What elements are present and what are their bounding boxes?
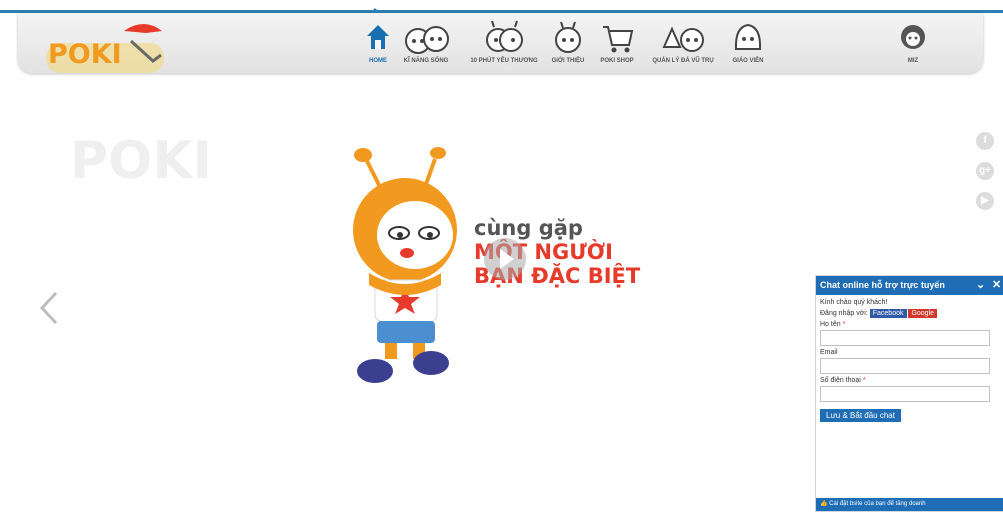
nav-home-label: HOME xyxy=(369,58,387,64)
phone-label: Số điện thoại * xyxy=(820,377,866,384)
user-label: MIZ xyxy=(907,58,919,64)
google-plus-icon[interactable]: g+ xyxy=(976,162,994,180)
video-play-button[interactable] xyxy=(484,238,526,280)
top-navbar: POKI HOME KĨ NĂNG SỐNG 10 PHÚT YÊU THƯƠN… xyxy=(18,13,983,73)
svg-text:POKI: POKI xyxy=(70,131,212,190)
login-row: Đăng nhập với: Facebook Google xyxy=(820,309,1000,318)
nav-gioi-thieu-label: GIỚI THIỆU xyxy=(551,58,585,64)
facebook-login-button[interactable]: Facebook xyxy=(869,309,907,318)
nav-ki-nang-song-label: KĨ NĂNG SỐNG xyxy=(403,58,449,64)
chat-greeting: Kính chào quý khách! xyxy=(820,299,888,306)
chat-title: Chat online hỗ trợ trực tuyến xyxy=(820,280,945,290)
name-input[interactable] xyxy=(820,330,990,346)
logo-text: POKI xyxy=(48,39,122,70)
poki-pair-icon xyxy=(486,20,523,52)
email-label: Email xyxy=(820,349,838,356)
email-input[interactable] xyxy=(820,358,990,374)
poki-mascot-illustration xyxy=(353,147,457,383)
nav-quan-ly-label: QUẢN LÝ ĐÁ VŨ TRỤ xyxy=(652,58,714,64)
nav-poki-shop[interactable]: POKI SHOP xyxy=(596,19,638,64)
nav-home[interactable]: HOME xyxy=(363,19,393,64)
nav-10-phut[interactable]: 10 PHÚT YÊU THƯƠNG xyxy=(466,19,542,64)
name-label: Họ tên * xyxy=(820,321,846,328)
kids-icon xyxy=(405,26,449,54)
nav-ki-nang-song[interactable]: KĨ NĂNG SỐNG xyxy=(398,19,454,64)
home-icon xyxy=(367,25,389,49)
chevron-down-icon[interactable]: ⌄ xyxy=(976,276,985,295)
chat-widget: Chat online hỗ trợ trực tuyến ⌄ ✕ Kính c… xyxy=(815,275,1003,512)
nav-10-phut-label: 10 PHÚT YÊU THƯƠNG xyxy=(470,58,538,64)
facebook-icon[interactable]: f xyxy=(976,132,994,150)
chat-footer-text: Cài đặt bsite của bạn để tăng doanh xyxy=(829,501,926,507)
phone-input[interactable] xyxy=(820,386,990,402)
google-login-button[interactable]: Google xyxy=(908,309,938,318)
slider-prev-icon[interactable] xyxy=(38,290,60,326)
start-chat-button[interactable]: Lưu & Bắt đầu chat xyxy=(820,409,901,422)
user-menu[interactable]: MIZ xyxy=(898,19,928,64)
chat-body: Kính chào quý khách! Đăng nhập với: Face… xyxy=(816,295,1003,426)
chat-header: Chat online hỗ trợ trực tuyến ⌄ ✕ xyxy=(816,276,1003,295)
nav-gioi-thieu[interactable]: GIỚI THIỆU xyxy=(548,19,588,64)
chat-footer[interactable]: 👍 Cài đặt bsite của bạn để tăng doanh xyxy=(816,498,1003,511)
rocket-icon xyxy=(662,26,704,52)
cart-icon xyxy=(603,26,634,53)
background-logo-watermark: POKI xyxy=(70,131,212,190)
nav-giao-vien[interactable]: GIÁO VIÊN xyxy=(726,19,770,64)
youtube-icon[interactable]: ▶ xyxy=(976,192,994,210)
thumbs-up-icon: 👍 xyxy=(820,501,828,507)
user-avatar-icon xyxy=(901,25,925,49)
tagline-line-1: cùng gặp xyxy=(474,216,583,240)
nav-giao-vien-label: GIÁO VIÊN xyxy=(732,58,764,64)
nav-poki-shop-label: POKI SHOP xyxy=(600,58,634,64)
close-icon[interactable]: ✕ xyxy=(992,276,1001,295)
poki-logo[interactable]: POKI xyxy=(46,21,164,73)
poki-face-icon xyxy=(555,21,581,53)
teacher-icon xyxy=(734,23,762,50)
nav-quan-ly[interactable]: QUẢN LÝ ĐÁ VŨ TRỤ xyxy=(644,19,722,64)
login-with-label: Đăng nhập với: xyxy=(820,310,868,317)
